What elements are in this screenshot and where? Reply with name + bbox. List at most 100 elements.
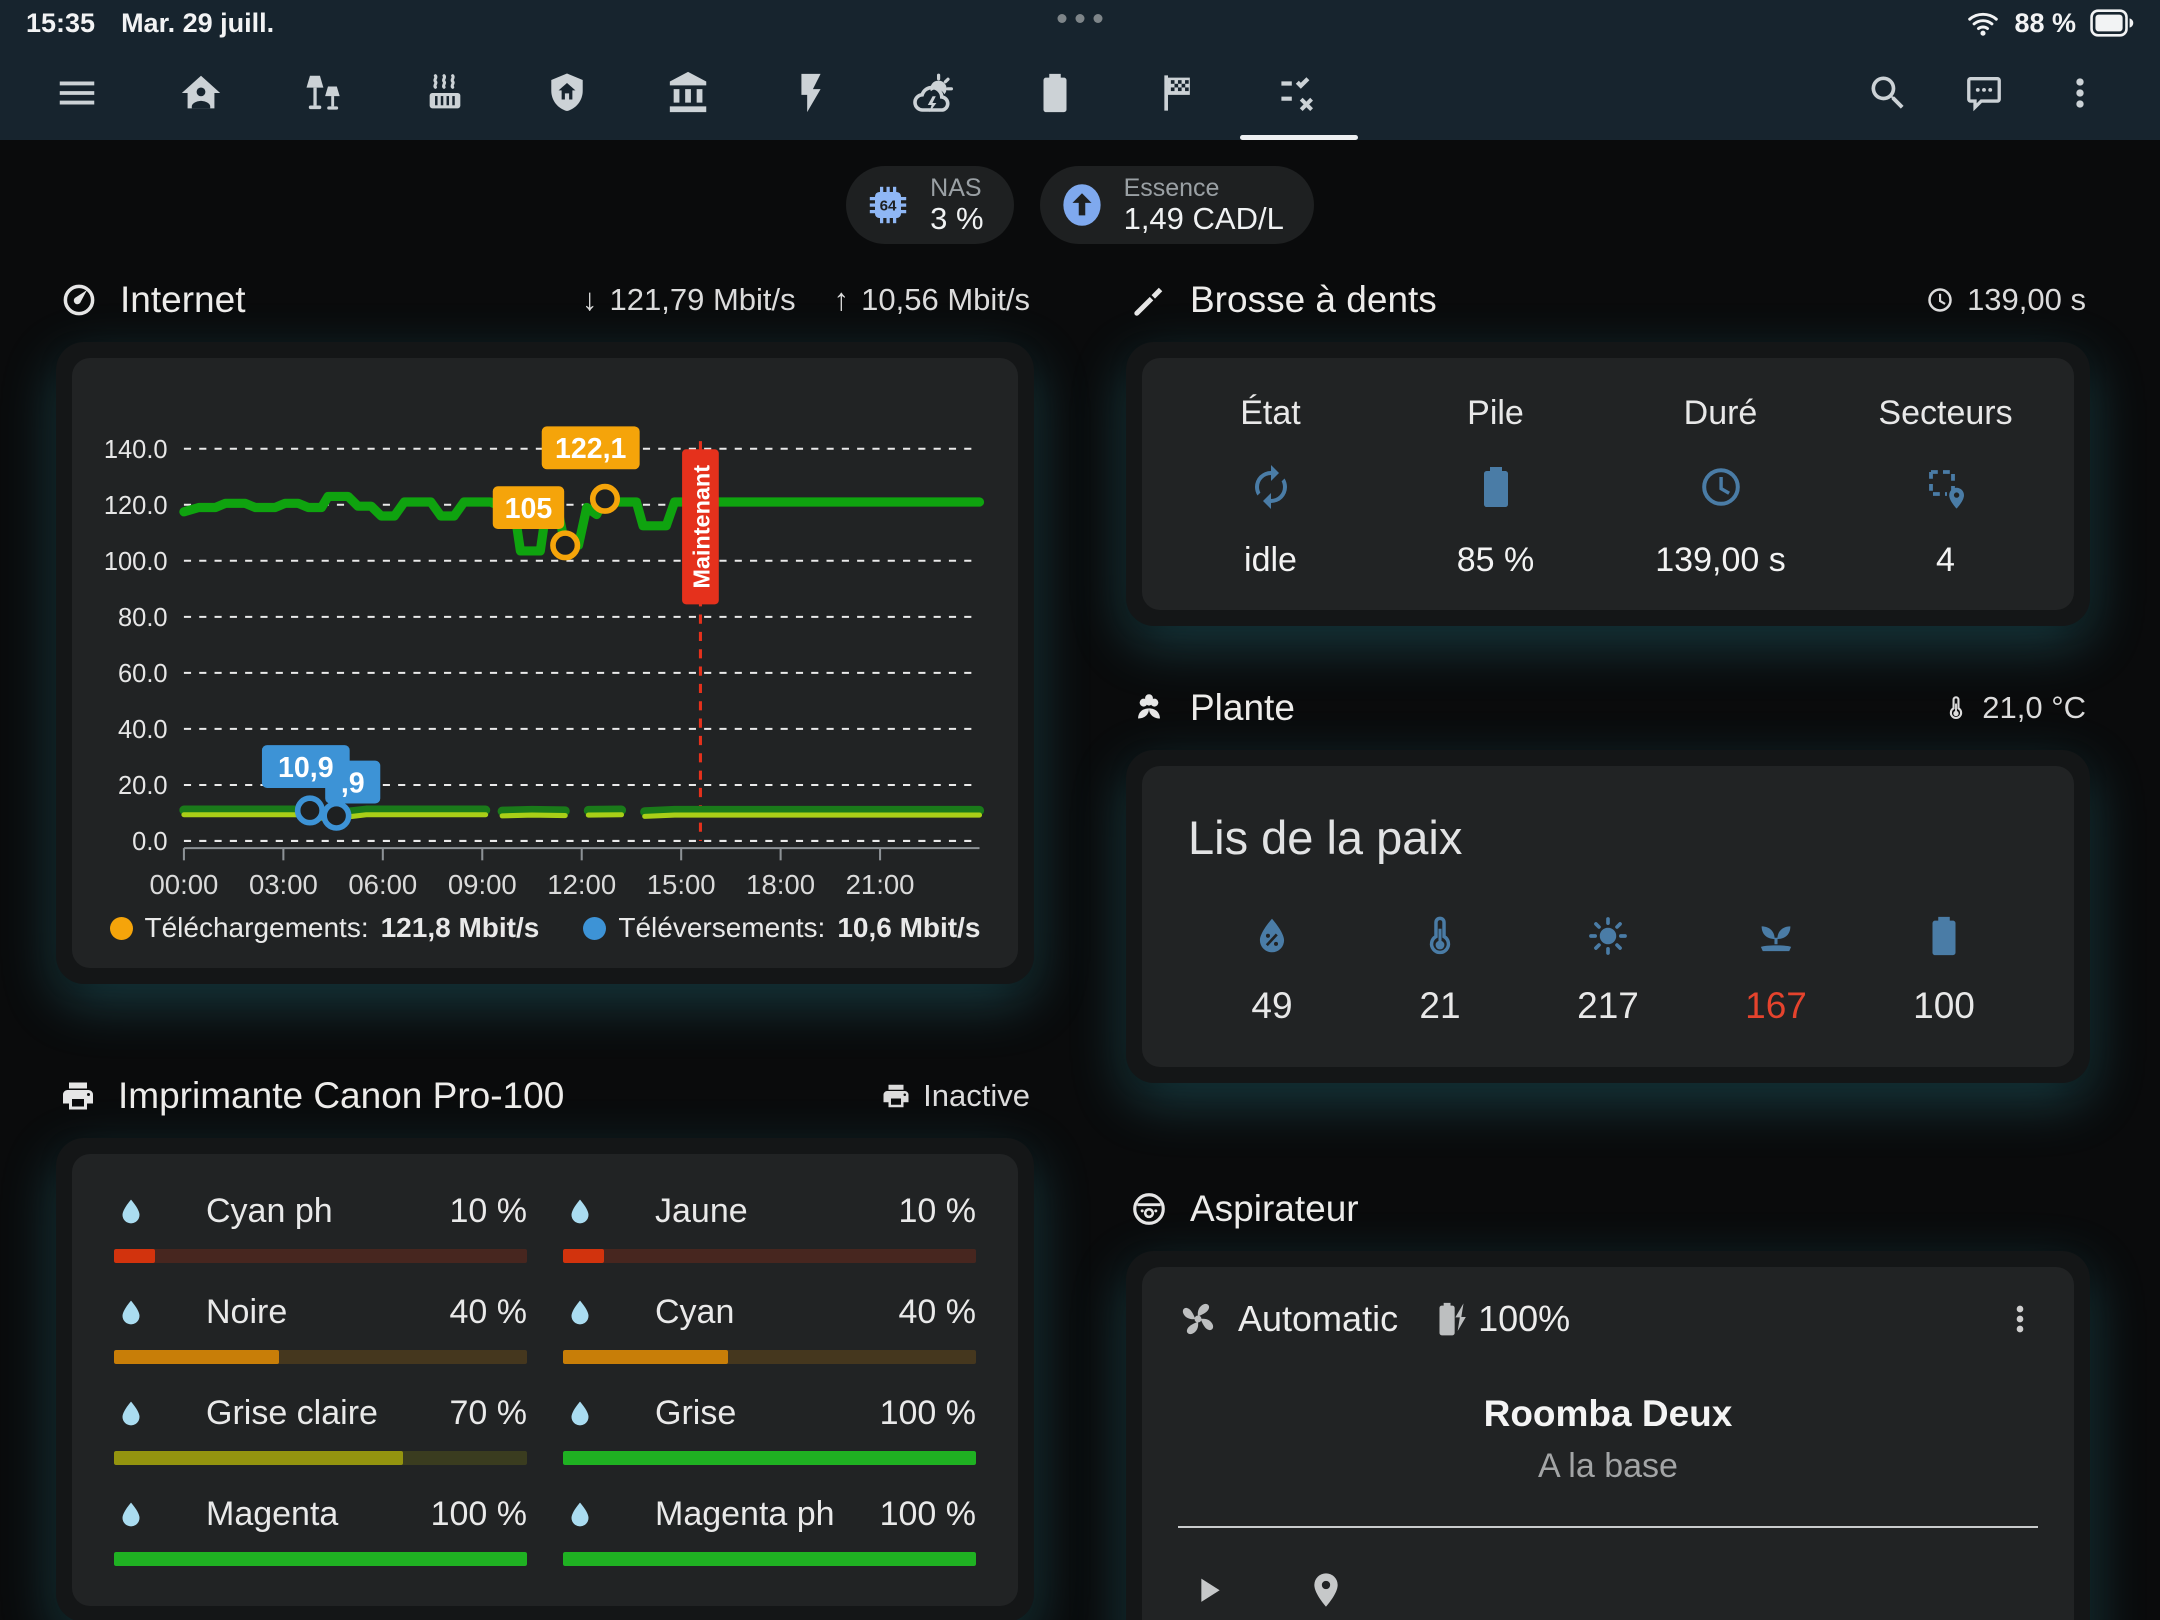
nav-tab-weather[interactable] <box>872 46 994 140</box>
legend-upload-dot <box>583 917 606 940</box>
ink-bar <box>114 1552 527 1566</box>
legend-download-dot <box>110 917 133 940</box>
vacuum-title: Aspirateur <box>1190 1188 1359 1230</box>
internet-section-header: Internet ↓ 121,79 Mbit/s ↑ 10,56 Mbit/s <box>60 268 1030 332</box>
vacuum-battery: 100% <box>1478 1298 1570 1340</box>
ink-drop-icon <box>563 1296 597 1330</box>
ink-bar <box>563 1350 976 1364</box>
ink-row: Magenta100 % <box>114 1495 527 1566</box>
weather-lightning-icon <box>909 69 957 117</box>
ink-drop-icon <box>114 1397 148 1431</box>
plant-title: Plante <box>1190 687 1295 729</box>
ink-row: Cyan40 % <box>563 1293 976 1364</box>
search-button[interactable] <box>1852 46 1924 140</box>
nav-tab-energy[interactable] <box>750 46 872 140</box>
svg-text:80.0: 80.0 <box>118 604 168 632</box>
vacuum-menu-button[interactable] <box>2000 1299 2040 1339</box>
home-icon <box>178 70 224 116</box>
menu-button[interactable] <box>40 46 140 140</box>
svg-text:Maintenant: Maintenant <box>689 465 715 589</box>
battery-charging-icon <box>1432 1299 1472 1339</box>
battery-tab-icon <box>1032 70 1078 116</box>
ink-drop-icon <box>114 1195 148 1229</box>
ink-bar <box>563 1451 976 1465</box>
toothbrush-state-cell[interactable]: État idle <box>1158 394 1383 580</box>
svg-text:10,9: 10,9 <box>278 752 334 784</box>
plant-temperature-cell[interactable]: 21 <box>1356 913 1524 1027</box>
ink-drop-icon <box>563 1195 597 1229</box>
toothbrush-sectors-cell[interactable]: Secteurs 4 <box>1833 394 2058 580</box>
list-status-icon <box>1275 69 1323 117</box>
play-icon <box>1188 1570 1228 1610</box>
chat-icon <box>1962 71 2006 115</box>
plant-moisture-cell[interactable]: 49 <box>1188 913 1356 1027</box>
svg-text:12:00: 12:00 <box>547 869 616 900</box>
download-speed: 121,79 Mbit/s <box>610 282 796 318</box>
thermometer-icon <box>1417 913 1463 959</box>
ink-row: Magenta ph100 % <box>563 1495 976 1566</box>
vacuum-locate-button[interactable] <box>1298 1562 1354 1618</box>
nav-tab-home[interactable] <box>140 46 262 140</box>
nav-tab-flag[interactable] <box>1116 46 1238 140</box>
nas-chip[interactable]: NAS 3 % <box>846 166 1013 244</box>
internet-chart-panel[interactable]: 0.020.040.060.080.0100.0120.0140.000:000… <box>72 358 1018 968</box>
svg-text:122,1: 122,1 <box>555 433 627 465</box>
gauge-icon <box>60 281 98 319</box>
printer-card: Cyan ph10 % Jaune10 % Noire40 % Cyan40 % <box>56 1138 1034 1620</box>
upload-arrow-icon: ↑ <box>834 282 850 318</box>
multitask-dots-icon <box>1058 14 1103 23</box>
toothbrush-duration: 139,00 s <box>1967 282 2086 318</box>
ink-row: Grise100 % <box>563 1394 976 1465</box>
svg-text:00:00: 00:00 <box>149 869 218 900</box>
plant-brightness-cell[interactable]: 217 <box>1524 913 1692 1027</box>
ink-bar <box>114 1350 527 1364</box>
nav-tab-bank[interactable] <box>628 46 750 140</box>
active-tab-underline <box>1240 135 1358 140</box>
plant-name: Lis de la paix <box>1188 810 2028 865</box>
ink-levels-panel: Cyan ph10 % Jaune10 % Noire40 % Cyan40 % <box>72 1154 1018 1606</box>
nav-tab-lights[interactable] <box>262 46 384 140</box>
internet-history-chart: 0.020.040.060.080.0100.0120.0140.000:000… <box>86 384 1004 906</box>
sprout-icon <box>1753 913 1799 959</box>
toothbrush-panel: État idle Pile 85 % Duré 139,00 s <box>1142 358 2074 610</box>
plant-conductivity-cell[interactable]: 167 <box>1692 913 1860 1027</box>
plant-panel: Lis de la paix 49 21 217 <box>1142 766 2074 1067</box>
battery-icon <box>1921 913 1967 959</box>
toothbrush-battery-cell[interactable]: Pile 85 % <box>1383 394 1608 580</box>
toothbrush-title: Brosse à dents <box>1190 279 1437 321</box>
printer-section-header: Imprimante Canon Pro-100 Inactive <box>60 1064 1030 1128</box>
toothbrush-card: État idle Pile 85 % Duré 139,00 s <box>1126 342 2090 626</box>
nav-tab-battery[interactable] <box>994 46 1116 140</box>
vacuum-start-button[interactable] <box>1180 1562 1236 1618</box>
toothbrush-duration-cell[interactable]: Duré 139,00 s <box>1608 394 1833 580</box>
nas-chip-value: 3 % <box>930 202 983 235</box>
ink-row: Cyan ph10 % <box>114 1192 527 1263</box>
ink-row: Grise claire70 % <box>114 1394 527 1465</box>
download-arrow-icon: ↓ <box>582 282 598 318</box>
upload-speed: 10,56 Mbit/s <box>861 282 1030 318</box>
assist-button[interactable] <box>1948 46 2020 140</box>
legend-upload: Téléversements: 10,6 Mbit/s <box>583 912 980 944</box>
nav-tab-security[interactable] <box>506 46 628 140</box>
svg-text:0.0: 0.0 <box>132 828 167 856</box>
timer-icon <box>1697 463 1745 511</box>
svg-text:120.0: 120.0 <box>104 492 168 520</box>
svg-text:15:00: 15:00 <box>647 869 716 900</box>
cpu-64-bit-icon <box>862 179 914 231</box>
essence-chip-label: Essence <box>1124 175 1284 202</box>
ink-row: Jaune10 % <box>563 1192 976 1263</box>
overflow-menu-button[interactable] <box>2044 46 2116 140</box>
svg-text:60.0: 60.0 <box>118 660 168 688</box>
plant-battery-cell[interactable]: 100 <box>1860 913 2028 1027</box>
nav-tab-heating[interactable] <box>384 46 506 140</box>
svg-text:09:00: 09:00 <box>448 869 517 900</box>
essence-chip[interactable]: Essence 1,49 CAD/L <box>1040 166 1314 244</box>
selection-marker-icon <box>1922 463 1970 511</box>
chips-row: NAS 3 % Essence 1,49 CAD/L <box>0 166 2160 244</box>
plant-card: Lis de la paix 49 21 217 <box>1126 750 2090 1083</box>
sync-icon <box>1247 463 1295 511</box>
hamburger-icon <box>54 70 100 116</box>
internet-title: Internet <box>120 279 245 321</box>
ink-row: Noire40 % <box>114 1293 527 1364</box>
nav-tab-list-status[interactable] <box>1238 46 1360 140</box>
